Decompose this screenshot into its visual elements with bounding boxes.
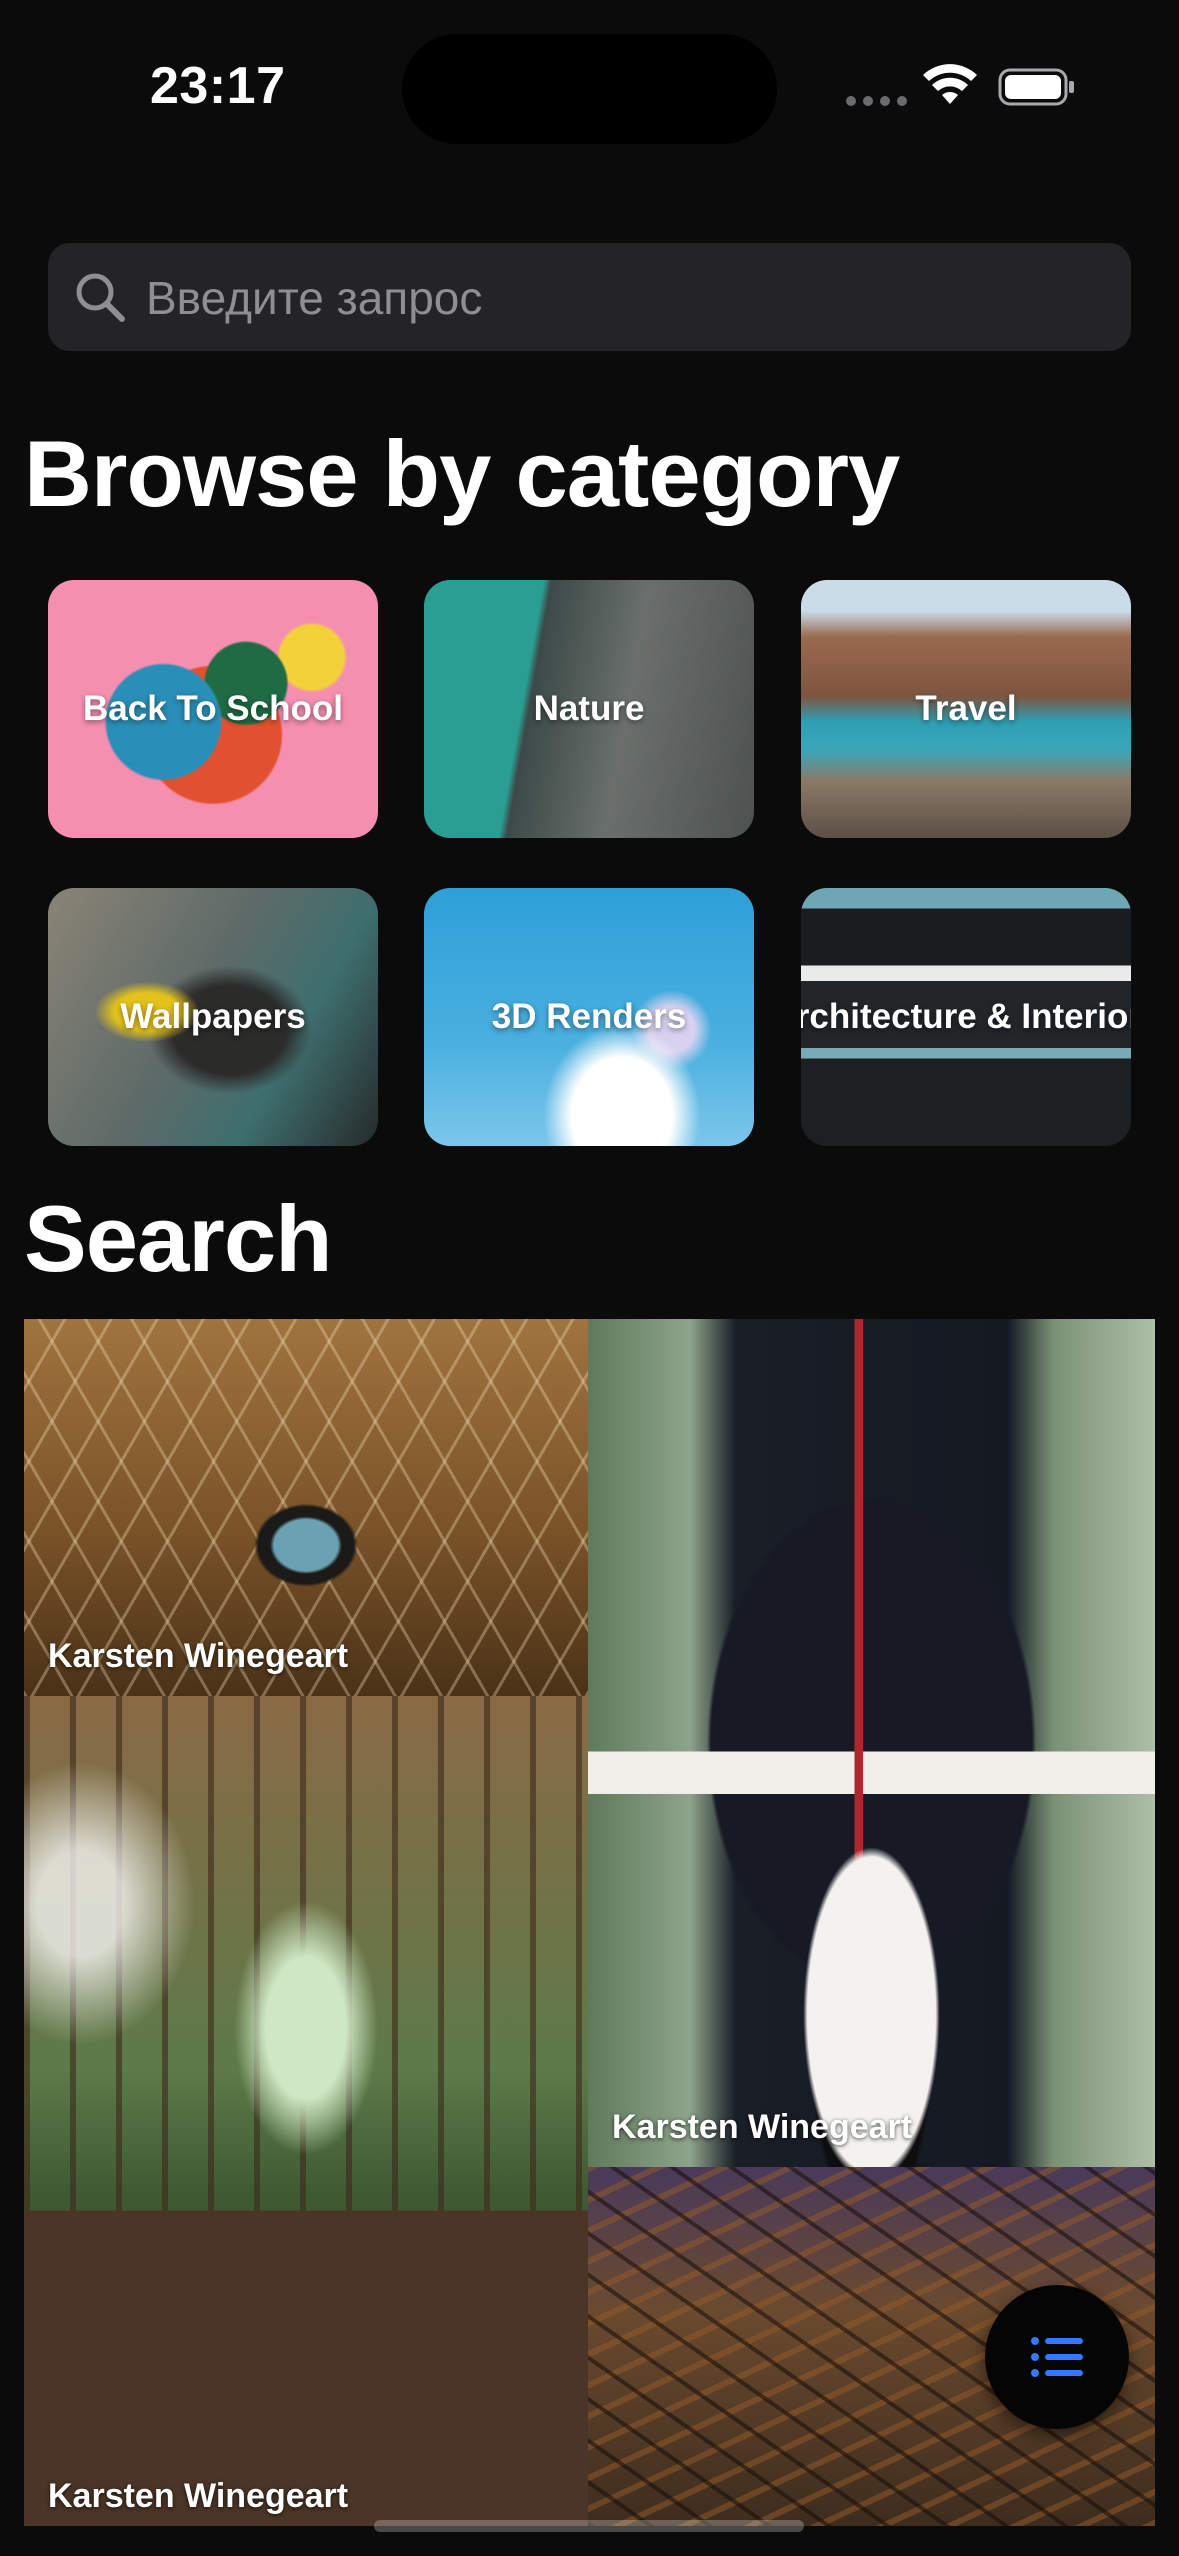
category-tile-architecture-interiors[interactable]: Architecture & Interiors (801, 888, 1131, 1146)
photo-author: Karsten Winegeart (48, 1637, 349, 1675)
category-label: Travel (915, 689, 1017, 728)
category-tile-wallpapers[interactable]: Wallpapers (48, 888, 378, 1146)
home-indicator[interactable] (374, 2520, 804, 2532)
category-label: Wallpapers (120, 997, 306, 1036)
category-label: Back To School (83, 689, 343, 728)
photo-author: Karsten Winegeart (48, 2477, 349, 2515)
battery-icon (998, 68, 1074, 106)
search-heading: Search (24, 1186, 333, 1291)
wifi-icon (923, 64, 977, 104)
photo-author: Karsten Winegeart (612, 2108, 913, 2146)
status-bar: 23:17 (0, 0, 1179, 170)
search-input[interactable] (144, 243, 1108, 353)
category-label: Architecture & Interiors (801, 997, 1131, 1036)
category-tile-nature[interactable]: Nature (424, 580, 754, 838)
category-tile-3d-renders[interactable]: 3D Renders (424, 888, 754, 1146)
list-view-button[interactable] (985, 2285, 1129, 2429)
search-bar[interactable] (48, 243, 1131, 353)
category-tile-travel[interactable]: Travel (801, 580, 1131, 838)
list-icon (1031, 2337, 1083, 2377)
status-time: 23:17 (150, 57, 286, 115)
category-grid: Back To School Nature Travel Wallpapers … (48, 580, 1131, 1146)
browse-heading: Browse by category (24, 421, 900, 526)
photo-card[interactable]: Karsten Winegeart (588, 1319, 1155, 2167)
photo-card[interactable]: Karsten Winegeart (24, 1319, 588, 1696)
category-label: 3D Renders (491, 997, 687, 1036)
cellular-icon (846, 96, 907, 106)
category-label: Nature (533, 689, 645, 728)
category-tile-back-to-school[interactable]: Back To School (48, 580, 378, 838)
photo-card[interactable]: Karsten Winegeart (24, 1696, 588, 2526)
search-icon (76, 273, 125, 322)
dynamic-island (402, 34, 777, 144)
